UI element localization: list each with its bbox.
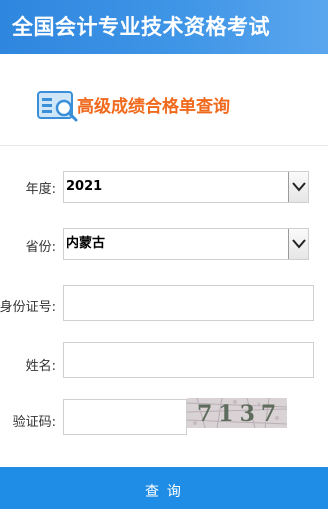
chevron-down-icon (292, 239, 306, 249)
year-label: 年度: (25, 182, 56, 197)
province-select[interactable]: 内蒙古 (63, 228, 309, 260)
province-select-arrow[interactable] (288, 229, 308, 259)
subheader-title: 高级成绩合格单查询 (77, 97, 230, 117)
province-label: 省份: (25, 240, 56, 255)
query-button[interactable]: 查 询 (0, 467, 328, 509)
province-select-value: 内蒙古 (66, 236, 106, 251)
name-label: 姓名: (25, 359, 56, 374)
year-select-value: 2021 (66, 179, 103, 194)
header-title: 全国会计专业技术资格考试 (12, 15, 270, 39)
name-input[interactable] (63, 342, 314, 378)
captcha-image[interactable]: 7137 (187, 398, 287, 428)
year-select-arrow[interactable] (288, 172, 308, 202)
app-header: 全国会计专业技术资格考试 (0, 0, 328, 54)
captcha-input[interactable] (63, 399, 187, 435)
id-card-search-icon (37, 91, 78, 122)
year-select[interactable]: 2021 (63, 171, 309, 203)
subheader: 高级成绩合格单查询 (0, 54, 328, 146)
id-number-label: 身份证号: (0, 300, 56, 315)
id-number-input[interactable] (63, 285, 314, 321)
page: 全国会计专业技术资格考试 高级成绩合格单查询 年度: 2021 省份: 内蒙古 (0, 0, 328, 509)
chevron-down-icon (292, 182, 306, 192)
captcha-code: 7137 (197, 401, 282, 427)
captcha-label: 验证码: (12, 415, 56, 430)
